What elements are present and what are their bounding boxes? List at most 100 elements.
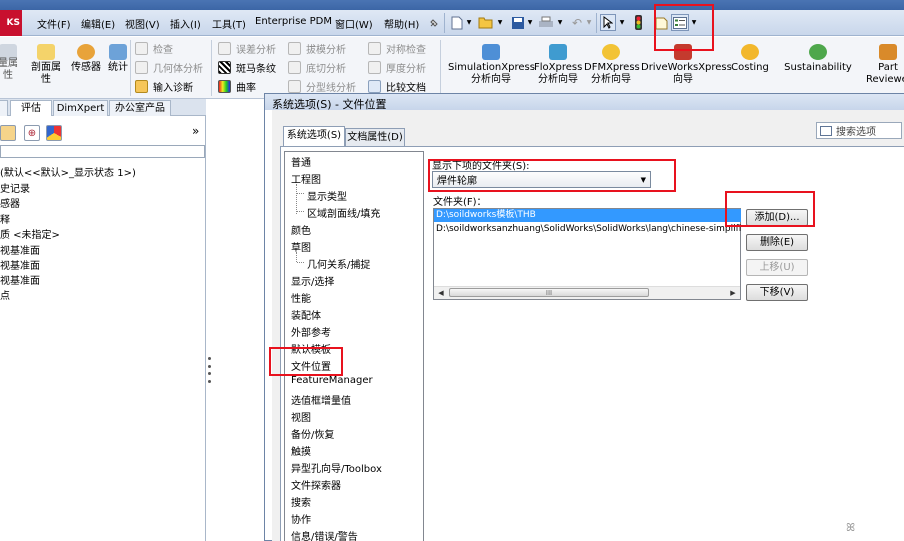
category-backup-recover[interactable]: 备份/恢复 bbox=[291, 426, 334, 441]
dfmxpress-button[interactable]: DFMXpress 分析向导 bbox=[584, 44, 640, 86]
add-folder-button[interactable]: 添加(D)... bbox=[746, 209, 808, 226]
tree-root-configuration[interactable]: (默认<<默认>_显示状态 1>) bbox=[0, 164, 136, 179]
chevron-down-icon[interactable]: ▼ bbox=[586, 14, 592, 31]
sustainability-button[interactable]: Sustainability bbox=[784, 44, 852, 74]
category-sketch[interactable]: 草图 bbox=[291, 239, 311, 254]
category-general[interactable]: 普通 bbox=[291, 154, 311, 169]
part-reviewer-button[interactable]: Part Reviewer bbox=[866, 44, 904, 86]
undercut-analysis-button[interactable]: 底切分析 bbox=[288, 59, 346, 75]
tree-item-front-plane[interactable]: 视基准面 bbox=[0, 242, 40, 257]
menu-tools[interactable]: 工具(T) bbox=[212, 16, 246, 31]
category-performance[interactable]: 性能 bbox=[291, 290, 311, 305]
chevron-down-icon[interactable]: ▼ bbox=[527, 14, 533, 31]
expand-panel-icon[interactable]: » bbox=[192, 124, 199, 138]
curvature-button[interactable]: 曲率 bbox=[218, 78, 256, 94]
category-drawings[interactable]: 工程图 bbox=[291, 171, 321, 186]
display-manager-icon[interactable] bbox=[46, 125, 62, 141]
category-touch[interactable]: 触摸 bbox=[291, 443, 311, 458]
open-folder-icon[interactable] bbox=[478, 14, 494, 31]
symmetry-check-button[interactable]: 对称检查 bbox=[368, 40, 426, 56]
category-messages-errors-warnings[interactable]: 信息/错误/警告 bbox=[291, 528, 358, 541]
costing-button[interactable]: Costing bbox=[728, 44, 772, 74]
menu-edit[interactable]: 编辑(E) bbox=[81, 16, 115, 31]
scroll-left-icon[interactable]: ◀ bbox=[434, 286, 448, 299]
menu-enterprise-pdm[interactable]: Enterprise PDM bbox=[255, 16, 332, 27]
scrollbar-thumb[interactable]: III bbox=[449, 288, 649, 297]
tab-evaluate[interactable]: 评估 bbox=[10, 100, 52, 116]
menu-window[interactable]: 窗口(W) bbox=[335, 16, 373, 31]
tab-document-properties[interactable]: 文档属性(D) bbox=[345, 128, 405, 146]
section-properties-button[interactable]: 剖面属 性 bbox=[26, 44, 66, 86]
tab-system-options[interactable]: 系统选项(S) bbox=[283, 126, 345, 146]
delete-folder-button[interactable]: 删除(E) bbox=[746, 234, 808, 251]
tree-item-origin[interactable]: 点 bbox=[0, 287, 10, 302]
menu-view[interactable]: 视图(V) bbox=[125, 16, 160, 31]
draft-analysis-button[interactable]: 拔模分析 bbox=[288, 40, 346, 56]
tree-item-top-plane[interactable]: 视基准面 bbox=[0, 257, 40, 272]
tree-item-annotations[interactable]: 释 bbox=[0, 211, 10, 226]
folder-list-item[interactable]: D:\soildworks模板\THB bbox=[434, 209, 741, 222]
category-collaboration[interactable]: 协作 bbox=[291, 511, 311, 526]
move-up-button[interactable]: 上移(U) bbox=[746, 259, 808, 276]
driveworksxpress-button[interactable]: DriveWorksXpress 向导 bbox=[641, 44, 732, 86]
category-colors[interactable]: 颜色 bbox=[291, 222, 311, 237]
file-properties-icon[interactable] bbox=[654, 14, 668, 31]
print-icon[interactable] bbox=[538, 14, 554, 31]
category-relations-snaps[interactable]: 几何关系/捕捉 bbox=[307, 256, 370, 271]
category-file-explorer[interactable]: 文件探索器 bbox=[291, 477, 341, 492]
category-search[interactable]: 搜索 bbox=[291, 494, 311, 509]
parting-line-analysis-button[interactable]: 分型线分析 bbox=[288, 78, 356, 94]
panel-splitter-handle[interactable] bbox=[205, 355, 214, 385]
category-view[interactable]: 视图 bbox=[291, 409, 311, 424]
mass-properties-button[interactable]: 量属 性 bbox=[0, 44, 20, 82]
menu-help[interactable]: 帮助(H) bbox=[384, 16, 419, 31]
category-display-selection[interactable]: 显示/选择 bbox=[291, 273, 334, 288]
menu-file[interactable]: 文件(F) bbox=[37, 16, 71, 31]
save-icon[interactable] bbox=[510, 14, 525, 31]
traffic-light-icon[interactable] bbox=[632, 14, 644, 31]
tab-office-products[interactable]: 办公室产品 bbox=[109, 100, 171, 116]
property-manager-icon[interactable] bbox=[0, 125, 16, 141]
pushpin-icon[interactable] bbox=[428, 14, 440, 31]
zebra-stripes-button[interactable]: 斑马条纹 bbox=[218, 59, 276, 75]
tree-item-right-plane[interactable]: 视基准面 bbox=[0, 272, 40, 287]
category-hole-wizard-toolbox[interactable]: 异型孔向导/Toolbox bbox=[291, 460, 382, 475]
tree-item-history[interactable]: 史记录 bbox=[0, 180, 30, 195]
tree-item-sensors[interactable]: 感器 bbox=[0, 195, 20, 210]
category-assemblies[interactable]: 装配体 bbox=[291, 307, 321, 322]
geometry-analysis-button[interactable]: 几何体分析 bbox=[135, 59, 203, 75]
statistics-button[interactable]: 统计 bbox=[104, 44, 132, 74]
tree-filter-input[interactable] bbox=[0, 145, 205, 158]
chevron-down-icon[interactable]: ▼ bbox=[497, 14, 503, 31]
import-diagnostics-button[interactable]: 输入诊断 bbox=[135, 78, 193, 94]
undo-icon[interactable]: ↶ bbox=[570, 14, 584, 31]
category-external-references[interactable]: 外部参考 bbox=[291, 324, 331, 339]
scroll-right-icon[interactable]: ▶ bbox=[726, 286, 740, 299]
search-options-box[interactable]: 搜索选项 bbox=[816, 122, 902, 139]
select-pointer-icon[interactable] bbox=[600, 14, 616, 31]
move-down-button[interactable]: 下移(V) bbox=[746, 284, 808, 301]
simulationxpress-button[interactable]: SimulationXpress 分析向导 bbox=[448, 44, 535, 86]
category-default-templates[interactable]: 默认模板 bbox=[291, 341, 331, 356]
chevron-down-icon[interactable]: ▼ bbox=[691, 14, 697, 31]
category-display-style[interactable]: 显示类型 bbox=[307, 188, 347, 203]
category-spin-box-increments[interactable]: 选值框增量值 bbox=[291, 392, 351, 407]
check-button[interactable]: 检查 bbox=[135, 40, 173, 56]
new-document-icon[interactable] bbox=[450, 14, 464, 31]
category-featuremanager[interactable]: FeatureManager bbox=[291, 375, 373, 386]
folder-type-dropdown[interactable]: 焊件轮廓 ▼ bbox=[432, 171, 651, 188]
tree-item-material[interactable]: 质 <未指定> bbox=[0, 226, 60, 241]
menu-insert[interactable]: 插入(I) bbox=[170, 16, 201, 31]
chevron-down-icon[interactable]: ▼ bbox=[557, 14, 563, 31]
sensor-button[interactable]: 传感器 bbox=[66, 44, 106, 74]
chevron-down-icon[interactable]: ▼ bbox=[466, 14, 472, 31]
category-file-locations[interactable]: 文件位置 bbox=[291, 358, 331, 373]
tab-partial[interactable] bbox=[0, 100, 8, 116]
floxpress-button[interactable]: FloXpress 分析向导 bbox=[534, 44, 582, 86]
category-area-hatch[interactable]: 区域剖面线/填充 bbox=[307, 205, 380, 220]
deviation-analysis-button[interactable]: 误差分析 bbox=[218, 40, 276, 56]
compare-documents-button[interactable]: 比较文档 bbox=[368, 78, 426, 94]
folder-list-item[interactable]: D:\soildworksanzhuang\SolidWorks\SolidWo… bbox=[434, 223, 741, 236]
chevron-down-icon[interactable]: ▼ bbox=[619, 14, 625, 31]
options-icon[interactable] bbox=[671, 14, 689, 31]
